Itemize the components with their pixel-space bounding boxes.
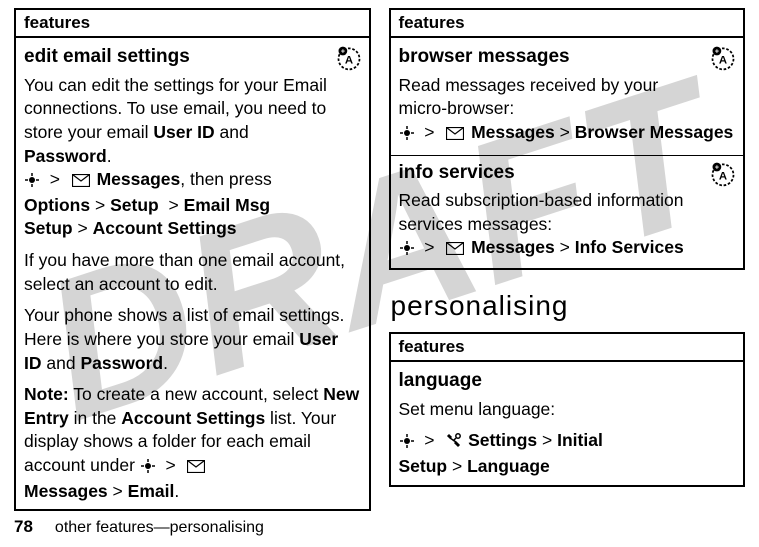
gt: > [78, 218, 88, 238]
info-services-nav: > Messages > Info Services [399, 236, 736, 262]
gt: > [424, 237, 434, 257]
account-settings-label: Account Settings [121, 408, 265, 428]
language-box-header: features [391, 334, 744, 362]
center-key-icon [399, 432, 415, 448]
setup-label: Setup [110, 195, 159, 215]
edit-email-p1: You can edit the settings for your Email… [24, 74, 329, 169]
edit-email-note: Note: To create a new account, select Ne… [24, 383, 361, 503]
password-label: Password [24, 146, 107, 166]
language-nav: > Settings > Initial Setup > Language [399, 429, 736, 478]
gt: > [95, 195, 105, 215]
email-label: Email [128, 481, 175, 501]
right-features-box: features browser messages +A Read messag… [389, 8, 746, 270]
text: . [163, 353, 168, 373]
account-settings-label: Account Settings [93, 218, 237, 238]
text: Your phone shows a list of email setting… [24, 305, 344, 349]
personalising-heading: personalising [391, 290, 746, 322]
center-key-icon [399, 239, 415, 255]
browser-messages-nav: > Messages > Browser Messages [399, 121, 736, 147]
password-label: Password [80, 353, 163, 373]
gt: > [166, 455, 176, 475]
settings-label: Settings [468, 430, 537, 450]
text: To create a new account, select [69, 384, 324, 404]
browser-messages-title: browser messages [399, 44, 704, 70]
page-footer: 78 other features—personalising [14, 517, 264, 537]
left-features-header: features [16, 10, 369, 38]
svg-text:A: A [344, 54, 352, 66]
operator-badge-icon: +A [335, 44, 363, 79]
envelope-icon [446, 123, 464, 147]
edit-email-p3: Your phone shows a list of email setting… [24, 304, 361, 375]
svg-text:A: A [719, 170, 727, 182]
operator-badge-icon: +A [709, 44, 737, 79]
edit-email-p2: If you have more than one email account,… [24, 249, 361, 296]
center-key-icon [140, 457, 156, 473]
text: and [42, 353, 81, 373]
footer-text: other features—personalising [55, 519, 264, 537]
two-column-layout: features edit email settings +A You can … [0, 0, 759, 517]
info-services-p1: Read subscription-based information serv… [399, 189, 704, 236]
page-number: 78 [14, 517, 33, 537]
messages-label: Messages [24, 481, 108, 501]
right-features-header: features [391, 10, 744, 38]
user-id-label: User ID [153, 122, 214, 142]
edit-email-nav: > Messages, then press Options > Setup >… [24, 168, 361, 241]
svg-text:A: A [719, 54, 727, 66]
language-title: language [399, 368, 736, 394]
browser-messages-label: Browser Messages [575, 122, 734, 142]
divider [391, 155, 744, 156]
language-p1: Set menu language: [399, 398, 736, 422]
envelope-icon [446, 238, 464, 262]
gt: > [424, 430, 434, 450]
text: in the [69, 408, 122, 428]
tools-icon [446, 431, 461, 455]
center-key-icon [24, 171, 40, 187]
edit-email-title: edit email settings [24, 44, 329, 70]
envelope-icon [187, 456, 205, 480]
left-features-box: features edit email settings +A You can … [14, 8, 371, 511]
language-body: language Set menu language: > Settings >… [391, 362, 744, 485]
operator-badge-icon: +A [709, 160, 737, 195]
gt: > [542, 430, 552, 450]
gt: > [168, 195, 178, 215]
center-key-icon [399, 124, 415, 140]
gt: > [560, 237, 570, 257]
envelope-icon [72, 170, 90, 194]
right-column: features browser messages +A Read messag… [389, 8, 746, 517]
gt: > [113, 481, 123, 501]
gt: > [452, 456, 462, 476]
text: . [107, 146, 112, 166]
browser-messages-p1: Read messages received by your micro-bro… [399, 74, 704, 121]
note-label: Note: [24, 384, 69, 404]
edit-email-body: edit email settings +A You can edit the … [16, 38, 369, 509]
info-services-title: info services [399, 160, 704, 186]
options-label: Options [24, 195, 90, 215]
browser-messages-body: browser messages +A Read messages receiv… [391, 38, 744, 268]
text: . [174, 481, 179, 501]
messages-label: Messages [97, 169, 181, 189]
text: and [215, 122, 249, 142]
messages-label: Messages [471, 122, 555, 142]
info-services-label: Info Services [575, 237, 684, 257]
messages-label: Messages [471, 237, 555, 257]
left-column: features edit email settings +A You can … [14, 8, 371, 517]
language-box: features language Set menu language: > S… [389, 332, 746, 487]
language-label: Language [467, 456, 550, 476]
gt: > [424, 122, 434, 142]
gt: > [50, 169, 60, 189]
text: , then press [180, 169, 271, 189]
gt: > [560, 122, 570, 142]
